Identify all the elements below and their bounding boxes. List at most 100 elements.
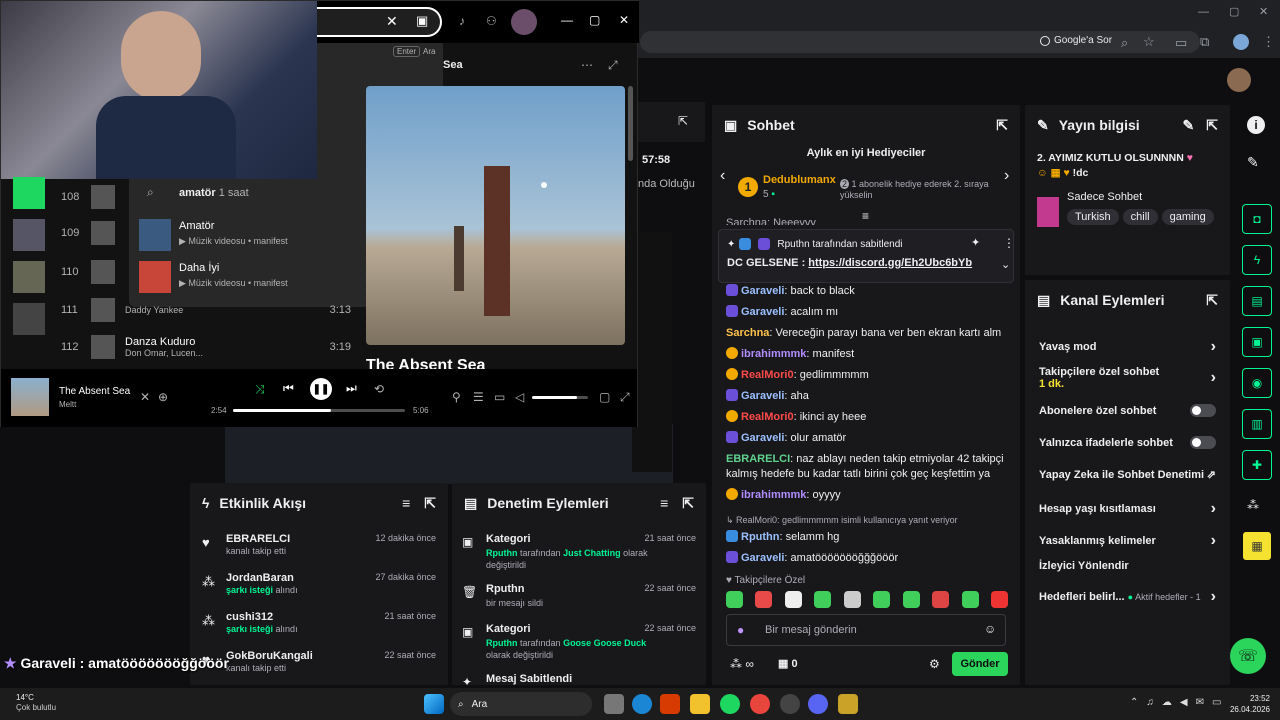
popout-icon[interactable]: ⇱ [996,117,1008,134]
sticker-icon[interactable]: ▦ [1243,532,1271,560]
track-row[interactable]: 111 Daddy Yankee 3:13 [61,292,351,328]
chat-bubble-icon[interactable]: ▣ [1242,327,1272,357]
volume-icon[interactable]: ◁ [515,390,524,404]
minimize-icon[interactable]: — [1198,6,1209,18]
info-icon[interactable]: i [1247,116,1265,134]
emote[interactable] [843,591,861,608]
devices-icon[interactable]: ▭ [494,390,505,404]
windows-start-icon[interactable] [424,694,444,714]
scrollbar[interactable] [628,86,633,161]
queue-icon[interactable]: ☰ [473,390,484,404]
more-icon[interactable]: ⋮ [1003,236,1015,250]
subs-only-toggle[interactable] [1190,404,1216,417]
close-window-icon[interactable]: ✕ [1259,5,1268,18]
clip-icon[interactable]: ◘ [1242,204,1272,234]
pencil-icon[interactable]: ✎ [1247,154,1259,171]
chat-username[interactable]: Garaveli [741,390,784,402]
chat-username[interactable]: Garaveli [741,552,784,564]
profile-avatar[interactable] [1233,34,1249,50]
bell-icon[interactable]: ♪ [459,14,465,28]
activity-item[interactable]: ⁂ JordanBaran şarkı isteği alındı 27 dakika… [190,562,448,601]
spotify-avatar[interactable] [511,9,537,35]
task-view-icon[interactable] [604,694,624,714]
file-explorer-icon[interactable] [690,694,710,714]
monitor-icon[interactable]: ▥ [1242,409,1272,439]
mini-player-icon[interactable]: ▢ [599,390,610,404]
popout-icon[interactable]: ⇱ [424,495,436,512]
unpin-icon[interactable]: ✦ [971,236,980,249]
emote[interactable] [784,591,802,608]
track-row[interactable]: 109 [61,215,351,251]
system-tray-icons[interactable]: ⌃♫☁◀✉▭ [1130,697,1229,708]
chat-message[interactable]: Garaveli: back to black [712,281,1020,302]
emote[interactable] [814,591,832,608]
popout-icon[interactable]: ⇱ [1206,292,1218,309]
chat-message[interactable]: ibrahimmmk: manifest [712,344,1020,365]
popout-icon[interactable]: ⇱ [1206,117,1218,134]
spotify-search-input[interactable]: ✕ ▣ [316,7,442,37]
chat-message[interactable]: RealMori0: ikinci ay heee [712,407,1020,428]
emote[interactable] [990,591,1008,608]
popout-icon[interactable]: ⇱ [682,495,694,512]
emote[interactable] [932,591,950,608]
chat-username[interactable]: Garaveli [741,285,784,297]
bookmark-star-icon[interactable]: ☆ [1143,34,1155,50]
taskbar-search[interactable]: ⌕ Ara [450,692,592,716]
track-row[interactable]: 112 Danza Kuduro Don Omar, Lucen... 3:19 [61,329,351,365]
app-icon[interactable] [660,694,680,714]
mod-actor[interactable]: Rputhn [486,638,518,648]
lightning-icon[interactable]: ϟ [1242,245,1272,275]
emote[interactable] [873,591,891,608]
mod-action-item[interactable]: ▣ Kategori Rputhn tarafından Just Chatting… [452,523,706,573]
chat-message[interactable]: Garaveli: aha [712,386,1020,407]
chat-message[interactable]: EBRARELCI: naz ablayı neden takip etmiyo… [712,449,1020,485]
chat-message[interactable]: Garaveli: amatöööööööğğğööör [712,548,1020,569]
lyrics-icon[interactable]: ⚲ [452,390,461,404]
tag[interactable]: Turkish [1067,209,1119,225]
more-options-icon[interactable]: ⋯ [581,58,593,72]
liked-songs-icon[interactable] [13,177,45,209]
popout-icon[interactable]: ⇱ [678,114,688,128]
repeat-icon[interactable]: ⟲ [374,382,384,396]
address-bar[interactable] [640,31,1200,53]
emote[interactable] [961,591,979,608]
broadcast-icon[interactable]: ◉ [1242,368,1272,398]
more-menu-icon[interactable]: ⋮ [1262,34,1275,50]
friends-icon[interactable]: ⚇ [486,14,497,28]
zoom-icon[interactable]: ⌕ [1121,35,1128,51]
filter-icon[interactable]: ≡ [402,495,410,511]
puzzle-icon[interactable]: ⧉ [1200,34,1209,50]
gifter-name[interactable]: Dedublumanx [763,174,836,186]
emote-only-toggle[interactable] [1190,436,1216,449]
document-icon[interactable]: ▤ [1242,286,1272,316]
ai-moderation-row[interactable]: Yapay Zeka ile Sohbet Denetimi ⇗ [1025,468,1230,482]
emote[interactable] [726,591,743,608]
maximize-icon[interactable]: ▢ [1229,5,1239,18]
volume-slider[interactable] [532,396,588,399]
chevron-left-icon[interactable]: ‹ [720,167,725,185]
chat-message[interactable]: RealMori0: gedlimmmmm [712,365,1020,386]
channel-points-icon[interactable]: ⁂ ∞ [730,657,754,671]
add-icon[interactable]: ⊕ [158,390,168,404]
chat-username[interactable]: RealMori0 [741,369,794,381]
shuffle-icon[interactable]: ⤨ [255,382,265,397]
discord-icon[interactable] [808,694,828,714]
user-avatar[interactable] [1227,68,1251,92]
chat-settings-icon[interactable]: ⚙ [929,657,940,671]
browse-icon[interactable]: ▣ [416,13,428,29]
maximize-icon[interactable]: ▢ [589,13,600,27]
app-icon[interactable] [780,694,800,714]
slow-mode-row[interactable]: Yavaş mod › [1025,338,1230,356]
expand-icon[interactable]: ⤢ [608,58,618,73]
app-icon[interactable] [838,694,858,714]
wrench-icon[interactable]: ✚ [1242,450,1272,480]
chat-username[interactable]: Sarchna [726,327,769,339]
clear-search-icon[interactable]: ✕ [386,13,398,30]
mod-actor[interactable]: Rputhn [486,548,518,558]
account-age-row[interactable]: Hesap yaşı kısıtlaması › [1025,500,1230,518]
emote[interactable] [755,591,773,608]
track-row[interactable]: 108 [61,179,351,215]
chrome-icon[interactable] [750,694,770,714]
goals-row[interactable]: Hedefleri belirl... ● Aktif hedefler - 1… [1025,588,1230,606]
chevron-down-icon[interactable]: ⌄ [1001,258,1010,271]
